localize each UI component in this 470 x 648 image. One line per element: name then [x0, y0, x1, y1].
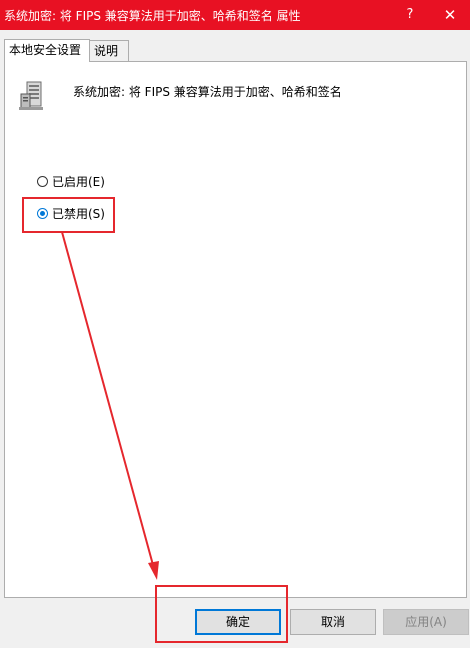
tab-explain[interactable]: 说明: [89, 40, 129, 61]
tab-label: 说明: [94, 44, 119, 58]
tab-local-security-setting[interactable]: 本地安全设置: [4, 39, 90, 62]
radio-label: 已启用(E): [52, 174, 105, 189]
close-button[interactable]: ✕: [430, 0, 470, 30]
apply-button[interactable]: 应用(A): [383, 609, 469, 635]
radio-enabled[interactable]: 已启用(E): [37, 171, 105, 191]
tab-label: 本地安全设置: [9, 43, 82, 57]
radio-circle-checked: [37, 207, 48, 219]
window-title: 系统加密: 将 FIPS 兼容算法用于加密、哈希和签名 属性: [4, 9, 301, 23]
ok-button[interactable]: 确定: [195, 609, 281, 635]
radio-label: 已禁用(S): [52, 206, 105, 221]
tab-panel: 系统加密: 将 FIPS 兼容算法用于加密、哈希和签名 已启用(E) 已禁用(S…: [4, 61, 467, 598]
cancel-button[interactable]: 取消: [290, 609, 376, 635]
help-button[interactable]: ?: [398, 0, 422, 30]
policy-name: 系统加密: 将 FIPS 兼容算法用于加密、哈希和签名: [73, 85, 342, 99]
server-policy-icon: [17, 80, 49, 112]
radio-circle: [37, 175, 48, 187]
radio-disabled[interactable]: 已禁用(S): [37, 203, 105, 223]
title-bar: 系统加密: 将 FIPS 兼容算法用于加密、哈希和签名 属性 ? ✕: [0, 0, 470, 30]
